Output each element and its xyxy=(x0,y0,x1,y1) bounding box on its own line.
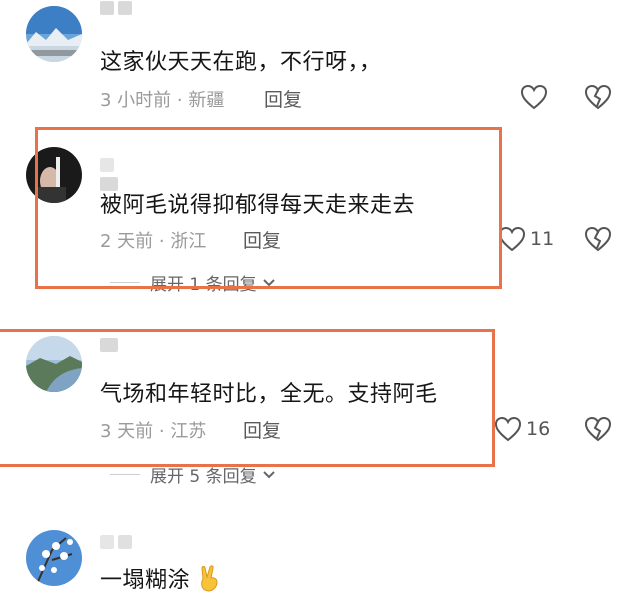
divider-line xyxy=(110,474,140,475)
like-count: 16 xyxy=(526,418,551,440)
avatar[interactable] xyxy=(26,6,82,62)
like-button[interactable]: 11 xyxy=(498,226,554,252)
comment-text-content: 一塌糊涂 xyxy=(100,568,191,593)
heart-outline-icon xyxy=(494,416,522,442)
comment-text: 一塌糊涂 xyxy=(100,562,224,598)
like-button[interactable]: 16 xyxy=(494,416,550,442)
broken-heart-icon xyxy=(584,226,612,252)
chevron-down-icon xyxy=(262,470,275,478)
heart-outline-icon xyxy=(520,84,548,110)
comment-text: 这家伙天天在跑，不行呀，， xyxy=(100,50,382,75)
comment-meta: 3 小时前 · 新疆 xyxy=(100,90,225,111)
highlight-box xyxy=(35,127,502,289)
dislike-button[interactable] xyxy=(584,416,612,446)
broken-heart-icon xyxy=(584,84,612,110)
avatar[interactable] xyxy=(26,530,82,586)
reply-button[interactable]: 回复 xyxy=(264,85,302,112)
heart-outline-icon xyxy=(498,226,526,252)
like-button[interactable] xyxy=(520,84,548,110)
dislike-button[interactable] xyxy=(584,226,612,256)
broken-heart-icon xyxy=(584,416,612,442)
username-blurred xyxy=(100,0,138,15)
highlight-box xyxy=(0,329,495,467)
dislike-button[interactable] xyxy=(584,84,612,114)
victory-hand-emoji xyxy=(196,564,224,598)
username-blurred xyxy=(100,534,138,549)
like-count: 11 xyxy=(530,228,555,250)
